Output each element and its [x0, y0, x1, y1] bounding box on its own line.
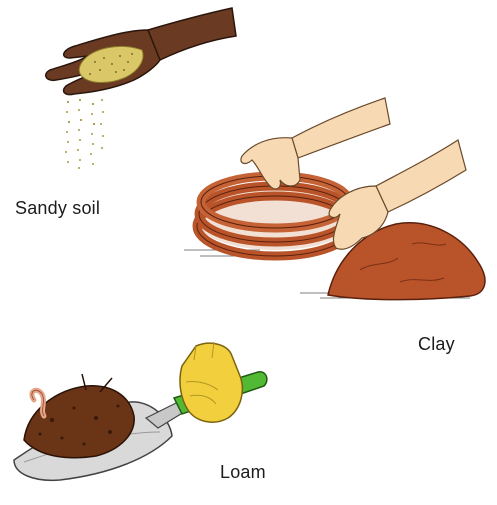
trowel-with-loam-icon: [13, 341, 268, 482]
illustration: [0, 0, 497, 500]
hands-shaping-clay-icon: [184, 97, 486, 301]
loam-label: Loam: [220, 462, 266, 482]
hand-pouring-sand-icon: [45, 7, 237, 169]
soil-types-illustration: [13, 7, 486, 482]
clay-label: Clay: [418, 334, 455, 354]
sandy-soil-label: Sandy soil: [15, 198, 101, 218]
